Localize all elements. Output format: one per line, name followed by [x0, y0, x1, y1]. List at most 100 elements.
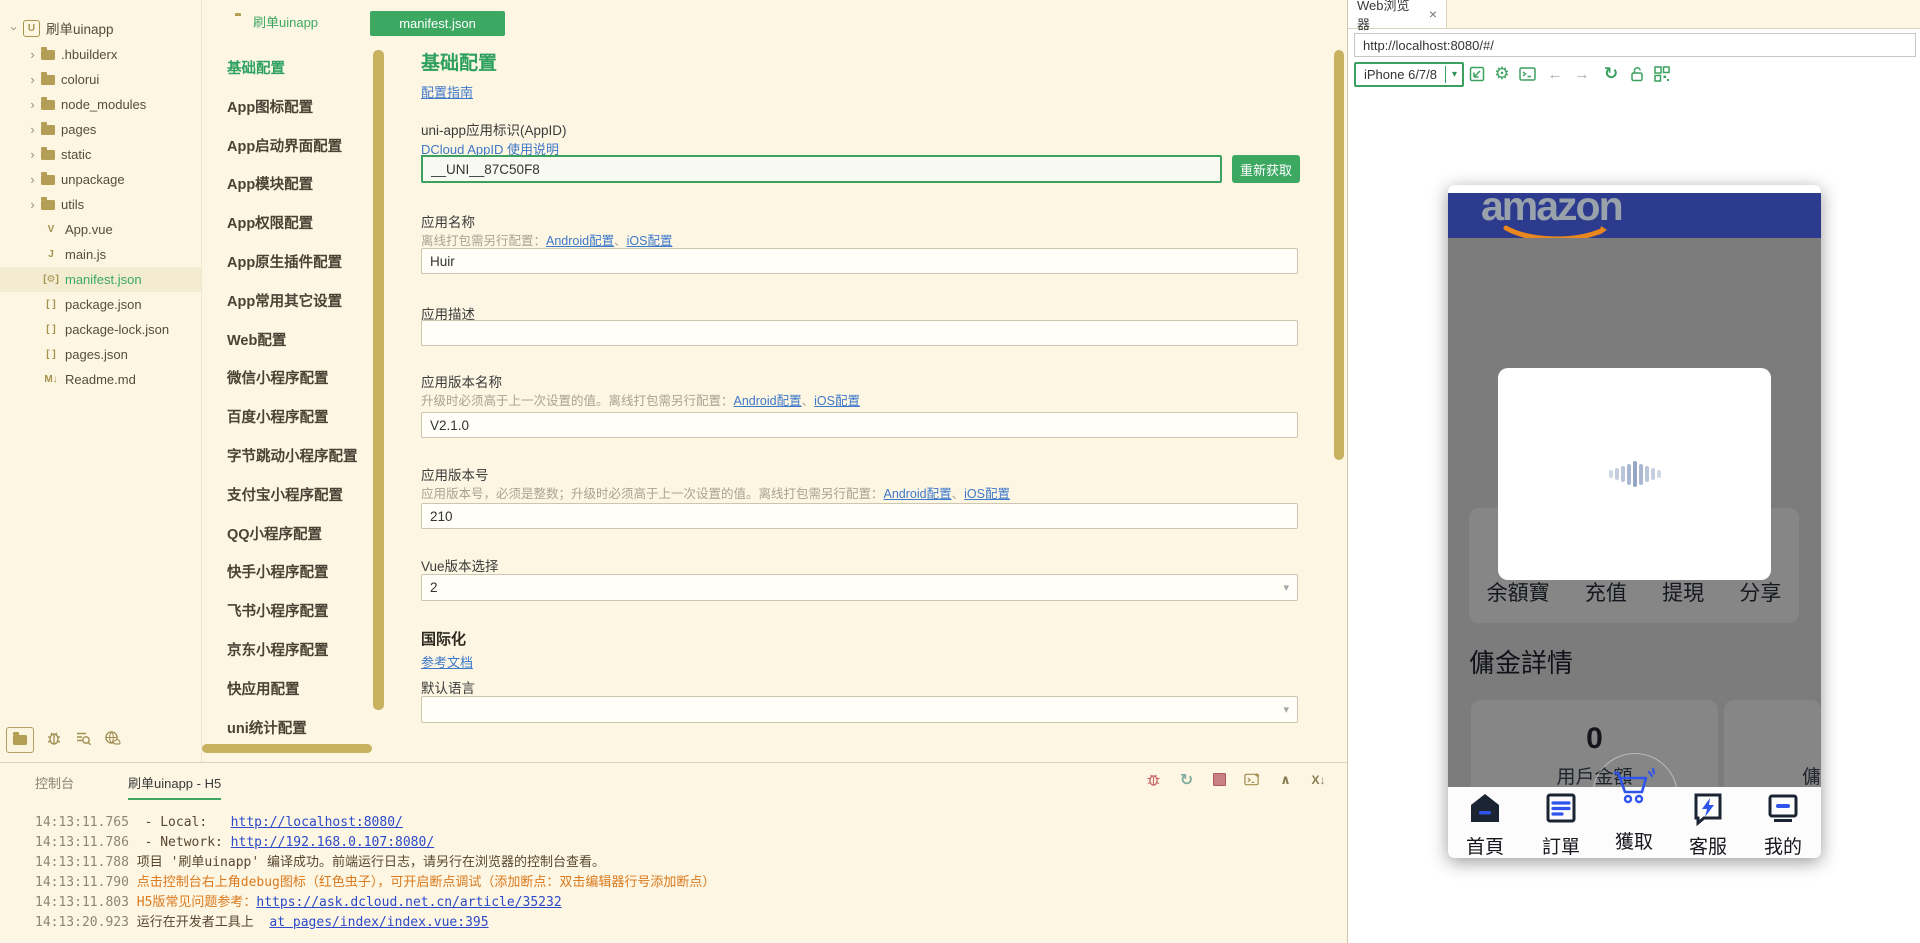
config-nav-bytedance[interactable]: 字节跳动小程序配置: [202, 438, 372, 477]
restart-icon[interactable]: ↻: [1178, 771, 1195, 789]
android-config-link[interactable]: Android配置: [734, 394, 802, 408]
back-icon[interactable]: ←: [1544, 62, 1566, 86]
terminal-icon[interactable]: [1516, 62, 1538, 86]
tab-home[interactable]: 首頁: [1449, 790, 1521, 858]
config-nav-kuaishou[interactable]: 快手小程序配置: [202, 554, 372, 593]
config-nav-app-misc[interactable]: App常用其它设置: [202, 283, 372, 322]
chevron-right-icon[interactable]: ›: [26, 172, 39, 187]
regenerate-appid-button[interactable]: 重新获取: [1232, 155, 1300, 183]
config-nav-alipay[interactable]: 支付宝小程序配置: [202, 477, 372, 516]
console-tab-h5[interactable]: 刷单uinapp - H5: [128, 773, 222, 800]
browser-tab[interactable]: Web浏览器 ×: [1348, 0, 1447, 32]
tab-orders[interactable]: 訂單: [1525, 790, 1597, 858]
tree-folder-utils[interactable]: › utils: [0, 192, 201, 217]
config-nav-feishu[interactable]: 飞书小程序配置: [202, 593, 372, 632]
chevron-right-icon[interactable]: ›: [26, 122, 39, 137]
close-icon[interactable]: ×: [1429, 6, 1437, 22]
refresh-icon[interactable]: ↻: [1600, 62, 1622, 86]
url-input[interactable]: [1354, 33, 1916, 57]
config-nav-permissions[interactable]: App权限配置: [202, 205, 372, 244]
android-config-link[interactable]: Android配置: [546, 234, 614, 248]
search-list-icon[interactable]: [74, 729, 92, 752]
breadcrumb[interactable]: 刷单uinapp: [253, 12, 318, 31]
basic-config-form: 基础配置 配置指南 uni-app应用标识(AppID) DCloud AppI…: [421, 0, 1351, 762]
source-location-link[interactable]: at pages/index/index.vue:395: [269, 915, 488, 930]
tree-folder-node-modules[interactable]: › node_modules: [0, 92, 201, 117]
forward-icon[interactable]: →: [1571, 62, 1593, 86]
i18n-doc-link[interactable]: 参考文档: [421, 652, 473, 671]
config-nav-qq[interactable]: QQ小程序配置: [202, 516, 372, 555]
console-tab[interactable]: 控制台: [35, 773, 74, 792]
menu-item-recharge[interactable]: 充值: [1585, 577, 1627, 607]
tree-file-readme-md[interactable]: M↓ Readme.md: [0, 367, 201, 392]
config-nav-app-icon[interactable]: App图标配置: [202, 89, 372, 128]
config-nav-native-plugins[interactable]: App原生插件配置: [202, 244, 372, 283]
tree-folder-hbuilderx[interactable]: › .hbuilderx: [0, 42, 201, 67]
menu-item-yuebao[interactable]: 余額寶: [1487, 577, 1550, 607]
config-nav-weixin[interactable]: 微信小程序配置: [202, 360, 372, 399]
tree-project-row[interactable]: › U 刷单uinapp: [0, 14, 201, 42]
tree-file-manifest-json[interactable]: [⚙] manifest.json: [0, 267, 201, 292]
ios-config-link[interactable]: iOS配置: [964, 487, 1010, 501]
version-name-input[interactable]: [421, 412, 1298, 438]
gear-icon[interactable]: ⚙: [1491, 62, 1513, 86]
tree-folder-unpackage[interactable]: › unpackage: [0, 167, 201, 192]
appid-input[interactable]: [421, 155, 1222, 183]
default-lang-select[interactable]: ▾: [421, 696, 1298, 723]
config-nav-jd[interactable]: 京东小程序配置: [202, 632, 372, 671]
clear-console-icon[interactable]: X↓: [1310, 771, 1327, 788]
config-nav-unistat[interactable]: uni统计配置: [202, 710, 372, 749]
tree-file-main-js[interactable]: Jmain.js: [0, 242, 201, 267]
nav-vertical-scrollbar[interactable]: [373, 50, 384, 710]
config-nav-baidu[interactable]: 百度小程序配置: [202, 399, 372, 438]
config-nav-splash[interactable]: App启动界面配置: [202, 128, 372, 167]
ios-config-link[interactable]: iOS配置: [627, 234, 673, 248]
chevron-right-icon[interactable]: ›: [26, 72, 39, 87]
chevron-right-icon[interactable]: ›: [26, 97, 39, 112]
local-url-link[interactable]: http://localhost:8080/: [231, 815, 403, 830]
chevron-right-icon[interactable]: ›: [26, 47, 39, 62]
vue-version-select[interactable]: 2 ▾: [421, 574, 1298, 601]
stop-icon[interactable]: [1211, 771, 1228, 788]
config-nav-quickapp[interactable]: 快应用配置: [202, 671, 372, 710]
lock-icon[interactable]: [1626, 62, 1648, 86]
cart-icon[interactable]: [1612, 767, 1657, 815]
config-nav-basic[interactable]: 基础配置: [202, 50, 372, 89]
tree-file-package-lock-json[interactable]: [ ] package-lock.json: [0, 317, 201, 342]
config-guide-link[interactable]: 配置指南: [421, 82, 473, 101]
app-desc-input[interactable]: [421, 320, 1298, 346]
chevron-right-icon[interactable]: ›: [26, 197, 39, 212]
qr-code-icon[interactable]: [1651, 62, 1673, 86]
globe-cloud-icon[interactable]: [103, 729, 121, 752]
tree-file-app-vue[interactable]: V App.vue: [0, 217, 201, 242]
config-nav-modules[interactable]: App模块配置: [202, 166, 372, 205]
faq-link[interactable]: https://ask.dcloud.net.cn/article/35232: [256, 895, 561, 910]
files-view-button[interactable]: [6, 727, 34, 753]
i18n-section-title: 国际化: [421, 631, 467, 648]
chevron-down-icon[interactable]: ›: [7, 22, 22, 35]
debug-icon[interactable]: [45, 729, 63, 752]
config-nav-web[interactable]: Web配置: [202, 322, 372, 361]
new-terminal-icon[interactable]: [1244, 771, 1261, 788]
version-code-input[interactable]: [421, 503, 1298, 529]
tab-service[interactable]: 客服: [1672, 790, 1744, 858]
device-select[interactable]: iPhone 6/7/8 ▾: [1354, 62, 1464, 87]
chevron-right-icon[interactable]: ›: [26, 147, 39, 162]
app-name-input[interactable]: [421, 248, 1298, 274]
tree-file-pages-json[interactable]: [ ] pages.json: [0, 342, 201, 367]
nav-horizontal-scrollbar[interactable]: [202, 744, 372, 753]
network-url-link[interactable]: http://192.168.0.107:8080/: [231, 835, 435, 850]
ios-config-link[interactable]: iOS配置: [814, 394, 860, 408]
tree-folder-pages[interactable]: › pages: [0, 117, 201, 142]
menu-item-share[interactable]: 分享: [1739, 577, 1781, 607]
menu-item-withdraw[interactable]: 提現: [1662, 577, 1704, 607]
tab-mine[interactable]: 我的: [1747, 790, 1819, 858]
collapse-panel-icon[interactable]: ∧: [1277, 771, 1294, 788]
tree-file-package-json[interactable]: [ ] package.json: [0, 292, 201, 317]
form-vertical-scrollbar[interactable]: [1334, 50, 1344, 460]
debug-icon[interactable]: [1145, 771, 1162, 788]
tree-folder-static[interactable]: › static: [0, 142, 201, 167]
tree-folder-colorui[interactable]: › colorui: [0, 67, 201, 92]
open-external-icon[interactable]: [1466, 62, 1488, 86]
android-config-link[interactable]: Android配置: [884, 487, 952, 501]
